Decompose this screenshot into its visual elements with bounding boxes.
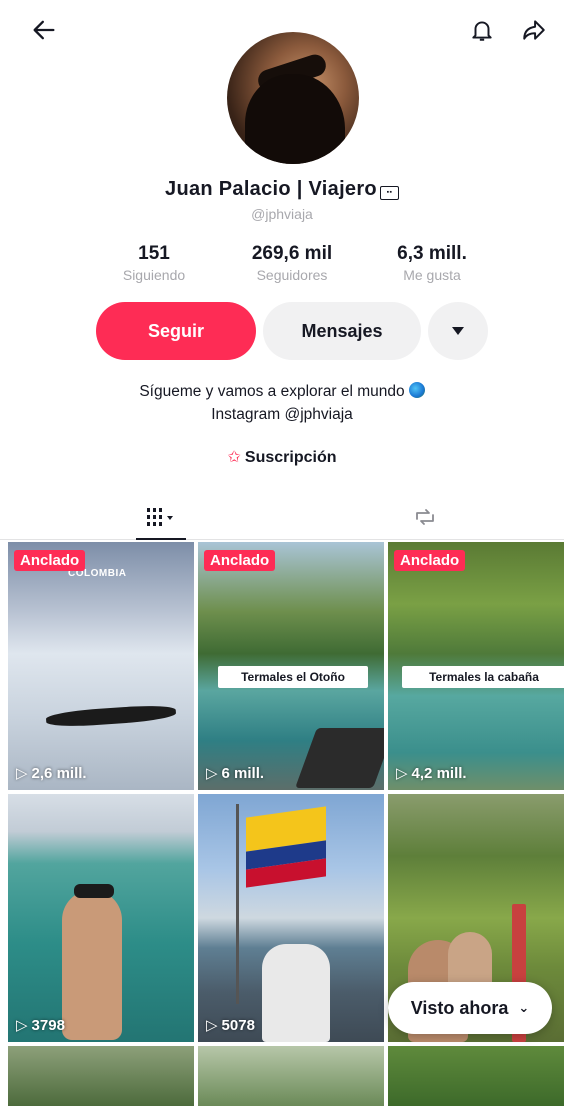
stat-likes[interactable]: 6,3 mill. Me gusta (362, 243, 502, 283)
back-button[interactable] (24, 10, 64, 50)
profile-bio: Sígueme y vamos a explorar el mundo Inst… (0, 380, 564, 426)
play-icon: ▷ (16, 1017, 28, 1034)
thumbnail-person (45, 703, 177, 729)
thumbnail-goggles (74, 884, 114, 898)
thumbnail-flag (246, 806, 326, 888)
avatar[interactable] (227, 32, 359, 164)
message-button[interactable]: Mensajes (263, 302, 421, 360)
play-icon: ▷ (206, 765, 218, 782)
view-count: ▷ 6 mill. (206, 764, 265, 783)
video-grid-icon (147, 508, 173, 526)
tab-videos[interactable] (130, 495, 192, 540)
stat-value: 6,3 mill. (397, 243, 467, 264)
stat-following[interactable]: 151 Siguiendo (84, 243, 224, 283)
video-thumbnail[interactable] (388, 1046, 564, 1106)
stat-value: 151 (138, 243, 170, 264)
pinned-badge: Anclado (14, 550, 86, 571)
globe-icon (408, 382, 425, 398)
video-thumbnail[interactable]: Termales la cabaña Anclado ▷ 4,2 mill. (388, 542, 564, 790)
subscription-ticket-icon: ✩ (227, 449, 241, 466)
bio-line: Sígueme y vamos a explorar el mundo (0, 380, 564, 403)
video-thumbnail[interactable] (198, 1046, 384, 1106)
share-button[interactable] (514, 10, 554, 50)
stat-label: Me gusta (403, 267, 461, 283)
thumbnail-caption: Termales la cabaña (402, 666, 564, 688)
repost-icon (416, 509, 434, 525)
video-thumbnail[interactable]: Termales el Otoño Anclado ▷ 6 mill. (198, 542, 384, 790)
video-thumbnail[interactable] (8, 1046, 194, 1106)
tab-reposts[interactable] (400, 495, 450, 539)
notification-button[interactable] (462, 10, 502, 50)
view-count: ▷ 2,6 mill. (16, 764, 87, 783)
video-thumbnail[interactable]: ▷ 5078 (198, 794, 384, 1042)
subscription-link[interactable]: ✩ Suscripción (0, 447, 564, 467)
thumbnail-flagpole (236, 804, 239, 1004)
arrow-left-icon (33, 20, 55, 40)
thumbnail-person (262, 944, 330, 1042)
profile-handle: @jphviaja (251, 206, 313, 222)
video-thumbnail[interactable]: COLOMBIA Anclado ▷ 2,6 mill. (8, 542, 194, 790)
stat-label: Seguidores (256, 267, 328, 283)
play-icon: ▷ (396, 765, 408, 782)
more-options-button[interactable] (428, 302, 488, 360)
stat-value: 269,6 mil (251, 243, 333, 264)
bell-icon (472, 21, 492, 41)
video-thumbnail[interactable]: ▷ 3798 (8, 794, 194, 1042)
profile-name: Juan Palacio | Viajero ▪▪ (0, 178, 564, 201)
play-icon: ▷ (206, 1017, 218, 1034)
play-icon: ▷ (16, 765, 28, 782)
view-count: ▷ 3798 (16, 1016, 65, 1035)
profile-stats: 151 Siguiendo 269,6 mil Seguidores 6,3 m… (0, 243, 564, 293)
share-arrow-icon (523, 20, 545, 40)
content-tabs (0, 495, 564, 540)
pinned-badge: Anclado (204, 550, 276, 571)
double-chevron-down-icon: ⌄ (518, 1000, 530, 1015)
stat-followers[interactable]: 269,6 mil Seguidores (222, 243, 362, 283)
pinned-badge: Anclado (394, 550, 466, 571)
tv-badge-icon: ▪▪ (379, 186, 399, 200)
view-count: ▷ 5078 (206, 1016, 255, 1035)
caret-down-icon (452, 327, 464, 335)
thumbnail-person (62, 890, 122, 1040)
view-count: ▷ 4,2 mill. (396, 764, 467, 783)
seen-now-button[interactable]: Visto ahora ⌄ (388, 982, 552, 1034)
thumbnail-object (295, 728, 384, 788)
thumbnail-caption: Termales el Otoño (218, 666, 368, 688)
avatar-photo-person (245, 74, 345, 164)
bio-line: Instagram @jphviaja (211, 406, 353, 423)
stat-label: Siguiendo (122, 267, 186, 283)
follow-button[interactable]: Seguir (96, 302, 256, 360)
